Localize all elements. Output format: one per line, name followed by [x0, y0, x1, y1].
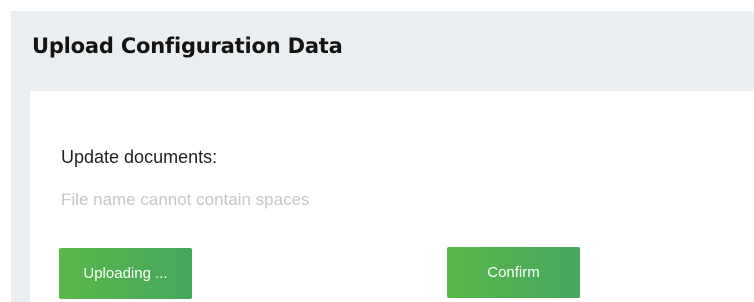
update-documents-label: Update documents:: [61, 147, 218, 167]
file-name-hint: File name cannot contain spaces: [61, 190, 310, 209]
upload-form-card: Update documents: File name cannot conta…: [30, 91, 754, 302]
page-title: Upload Configuration Data: [32, 34, 343, 58]
upload-config-panel: Upload Configuration Data Update documen…: [11, 11, 754, 302]
upload-button[interactable]: Uploading ...: [59, 248, 192, 299]
confirm-button[interactable]: Confirm: [447, 247, 580, 298]
